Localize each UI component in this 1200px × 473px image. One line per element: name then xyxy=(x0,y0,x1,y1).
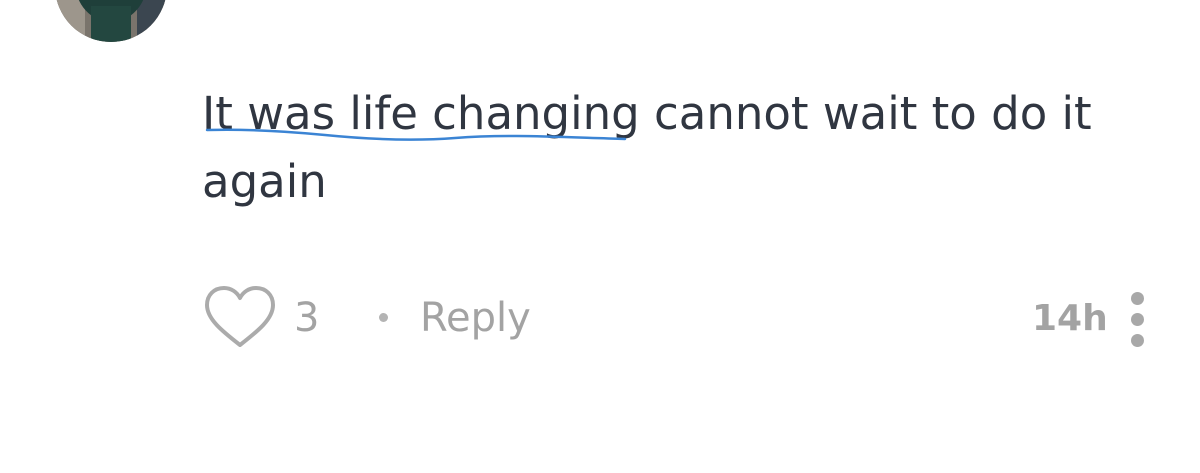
more-vertical-icon xyxy=(1131,292,1144,305)
comment-actions: 3 Reply 14h xyxy=(202,283,1162,353)
comment-timestamp: 14h xyxy=(1032,298,1108,339)
heart-outline-icon xyxy=(205,286,275,347)
spellcheck-underline xyxy=(205,128,627,141)
like-count: 3 xyxy=(294,295,320,341)
avatar[interactable] xyxy=(55,0,167,42)
more-options-button[interactable] xyxy=(1125,292,1151,348)
avatar-photo xyxy=(55,0,167,42)
more-vertical-icon-dot xyxy=(1131,313,1144,326)
reply-button[interactable]: Reply xyxy=(420,295,531,341)
like-button[interactable] xyxy=(202,283,278,353)
more-vertical-icon-dot xyxy=(1131,334,1144,347)
separator-dot xyxy=(379,313,388,322)
comment-text: It was life changing cannot wait to do i… xyxy=(202,87,1092,208)
